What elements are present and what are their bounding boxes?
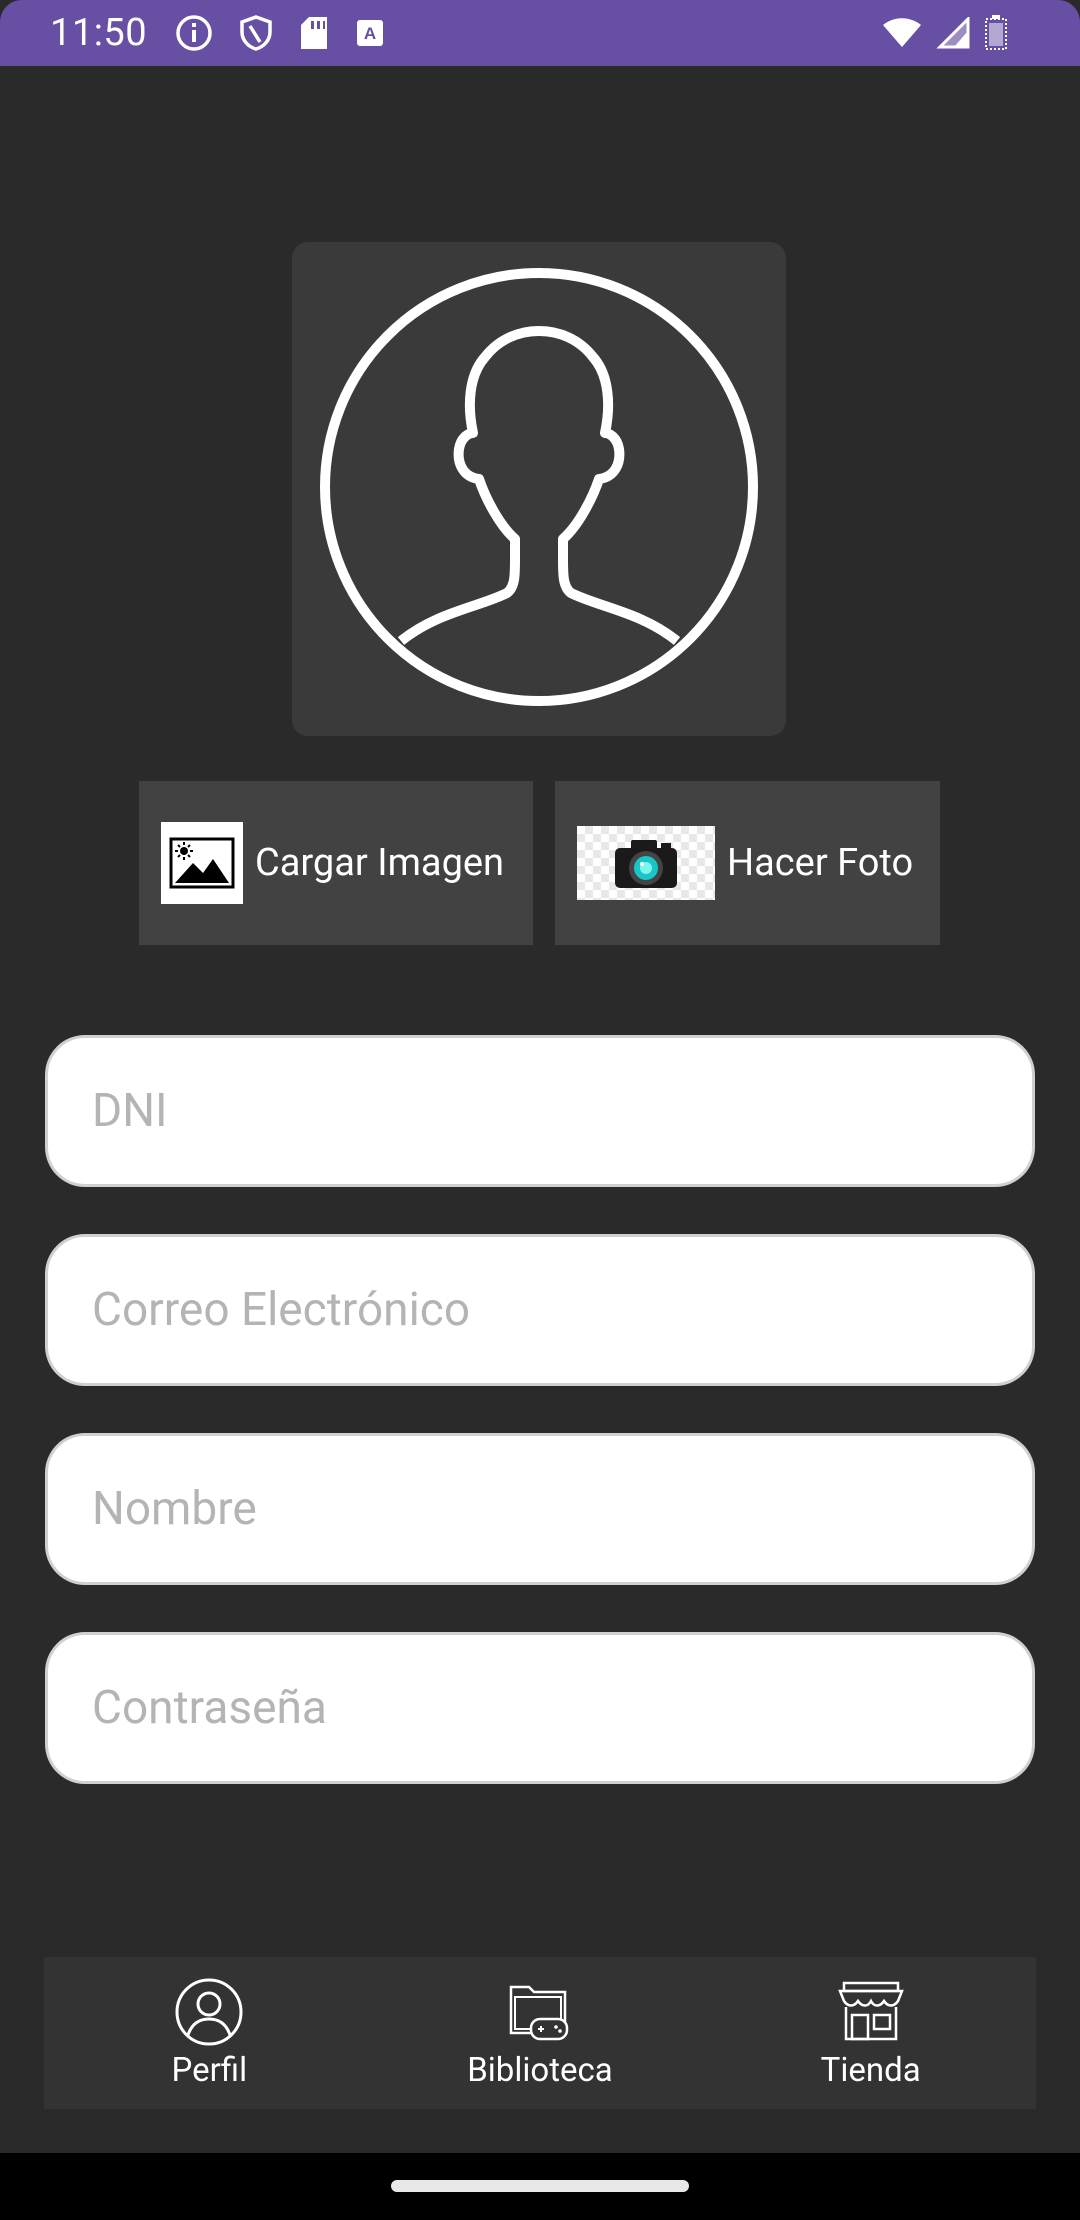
- person-icon: [174, 1977, 244, 2051]
- sd-card-icon: [299, 15, 329, 51]
- password-field[interactable]: [45, 1632, 1035, 1784]
- nav-item-perfil[interactable]: Perfil: [59, 1977, 359, 2090]
- bottom-navigation: Perfil Biblioteca Tienda: [44, 1957, 1036, 2109]
- store-icon: [836, 1977, 906, 2051]
- status-time: 11:50: [50, 11, 148, 55]
- profile-picture[interactable]: [292, 242, 786, 736]
- nav-label-biblioteca: Biblioteca: [467, 2050, 613, 2090]
- take-photo-label: Hacer Foto: [727, 841, 914, 885]
- image-icon: [161, 822, 243, 904]
- dni-input[interactable]: [90, 1083, 990, 1139]
- email-input[interactable]: [90, 1282, 990, 1338]
- wifi-icon: [882, 17, 922, 49]
- home-gesture-handle[interactable]: [391, 2180, 689, 2192]
- email-field[interactable]: [45, 1234, 1035, 1386]
- load-image-label: Cargar Imagen: [255, 841, 505, 885]
- nav-item-biblioteca[interactable]: Biblioteca: [390, 1977, 690, 2090]
- password-input[interactable]: [90, 1680, 990, 1736]
- keyboard-a-icon: A: [355, 18, 385, 48]
- name-field[interactable]: [45, 1433, 1035, 1585]
- nav-label-perfil: Perfil: [171, 2050, 248, 2090]
- camera-icon: [577, 826, 715, 900]
- load-image-button[interactable]: Cargar Imagen: [139, 781, 533, 945]
- nav-label-tienda: Tienda: [820, 2050, 921, 2090]
- info-icon: [175, 14, 213, 52]
- status-left-icons: A: [175, 14, 385, 52]
- dni-field[interactable]: [45, 1035, 1035, 1187]
- folder-gamepad-icon: [505, 1977, 575, 2051]
- status-right-icons: [882, 15, 1008, 51]
- nav-item-tienda[interactable]: Tienda: [721, 1977, 1021, 2090]
- person-circle-icon: [319, 267, 759, 711]
- signal-icon: [936, 17, 970, 49]
- name-input[interactable]: [90, 1481, 990, 1537]
- shield-icon: [239, 14, 273, 52]
- svg-text:A: A: [364, 24, 376, 43]
- battery-icon: [984, 15, 1008, 51]
- take-photo-button[interactable]: Hacer Foto: [555, 781, 940, 945]
- status-bar: 11:50 A: [0, 0, 1080, 66]
